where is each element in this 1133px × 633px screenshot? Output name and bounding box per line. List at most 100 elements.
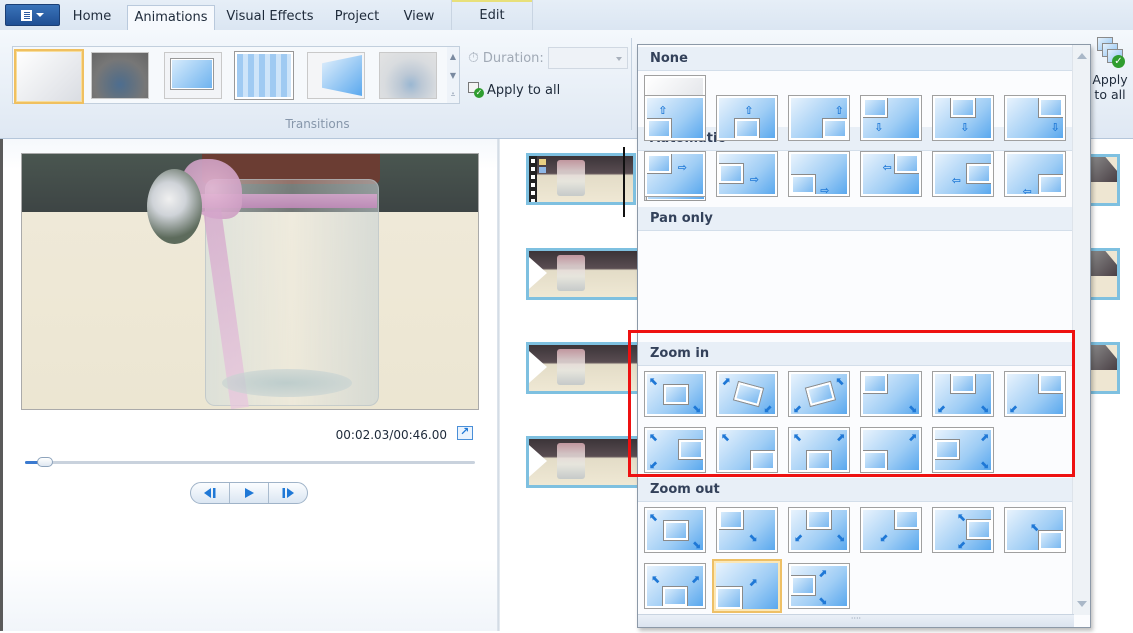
arrow-down-icon: ⇩	[960, 121, 970, 134]
frame-region	[967, 164, 991, 184]
panzoom-zoom-out-tile[interactable]: ⬈	[712, 559, 782, 613]
gallery-scroll-up-icon[interactable]: ▲	[447, 47, 459, 66]
panzoom-pan-only-tile[interactable]: ⇨	[716, 151, 778, 197]
storyboard-clip[interactable]	[526, 248, 641, 300]
panzoom-zoom-in-tile[interactable]: ⬈	[860, 427, 922, 473]
next-frame-icon	[282, 488, 294, 498]
gallery-scroll-down-icon[interactable]: ▼	[447, 66, 459, 85]
duration-dropdown[interactable]	[547, 47, 628, 69]
gallery-scrollbar[interactable]: ▲ ▼ ⩡	[447, 46, 460, 104]
panzoom-zoom-in-tile[interactable]: ⬉	[716, 427, 778, 473]
panzoom-zoom-out-tile[interactable]: ⬉ ⬋	[932, 507, 994, 553]
tab-home[interactable]: Home	[62, 5, 122, 30]
storyboard-clip[interactable]	[526, 153, 636, 205]
arrow-sw-icon: ⬋	[879, 531, 890, 544]
transitions-apply-to-all-button[interactable]: ✓ Apply to all	[468, 82, 560, 98]
panzoom-pan-only-tile[interactable]: ⇩	[860, 95, 922, 141]
transition-none-thumb[interactable]	[14, 49, 84, 104]
arrow-sw-icon: ⬋	[649, 457, 659, 470]
panzoom-zoom-in-tile[interactable]: ⬋ ⬉	[788, 371, 850, 417]
playhead[interactable]	[623, 147, 625, 217]
play-button[interactable]	[230, 483, 269, 503]
arrow-nw-icon: ⬉	[835, 374, 846, 388]
panzoom-pan-only-tile[interactable]: ⇧	[644, 95, 706, 141]
scroll-down-icon[interactable]	[1077, 601, 1087, 607]
panzoom-zoom-out-tile[interactable]: ⬋	[860, 507, 922, 553]
panzoom-zoom-in-tile[interactable]: ⬈ ⬊	[932, 427, 994, 473]
storyboard-clip-partial[interactable]	[1088, 248, 1120, 300]
panzoom-pan-only-tile[interactable]: ⇩	[932, 95, 994, 141]
arrow-se-icon: ⬊	[835, 531, 846, 544]
video-preview[interactable]	[21, 153, 479, 410]
panzoom-zoom-in-tile[interactable]: ⬉ ⬋	[644, 427, 706, 473]
apply-to-all-icon: ✓	[468, 82, 484, 98]
panzoom-pan-only-tile[interactable]: ⇩	[1004, 95, 1066, 141]
storyboard-clip-partial[interactable]	[1088, 154, 1120, 206]
storyboard-clip[interactable]	[526, 436, 641, 488]
frame-region	[735, 118, 759, 138]
timecode-readout: 00:02.03/00:46.00	[335, 428, 447, 442]
app-menu-button[interactable]	[5, 4, 60, 26]
frame-region	[1039, 98, 1063, 118]
panzoom-apply-to-all-button[interactable]: ✓ Apply to all	[1088, 35, 1132, 102]
seek-bar[interactable]	[25, 457, 475, 467]
panzoom-pan-only-tile[interactable]: ⇧	[716, 95, 778, 141]
transition-slide-thumb[interactable]	[164, 52, 222, 99]
next-frame-button[interactable]	[269, 483, 307, 503]
panzoom-pan-only-tile[interactable]: ⇦	[860, 151, 922, 197]
panzoom-zoom-out-tile[interactable]: ⬈ ⬊	[788, 563, 850, 609]
section-header-zoom-in: Zoom in	[638, 342, 1073, 366]
panzoom-pan-only-tile[interactable]: ⇦	[1004, 151, 1066, 197]
tab-animations[interactable]: Animations	[127, 5, 215, 31]
panzoom-zoom-out-tile[interactable]: ⬉ ⬊	[644, 507, 706, 553]
panzoom-pan-only-tile[interactable]: ⇦	[932, 151, 994, 197]
transition-fade-thumb[interactable]	[379, 52, 437, 99]
fullscreen-button[interactable]: ↗	[457, 425, 473, 440]
tab-edit[interactable]: Edit	[451, 0, 533, 30]
arrow-nw-icon: ⬉	[649, 510, 659, 524]
transition-crossfade-thumb[interactable]	[91, 52, 149, 99]
tab-project[interactable]: Project	[326, 5, 388, 30]
transition-flip-thumb[interactable]	[307, 52, 365, 99]
arrow-ne-icon: ⬈	[835, 430, 846, 444]
frame-region	[719, 164, 743, 184]
arrow-sw-icon: ⬋	[957, 537, 967, 550]
frame-region	[1039, 174, 1063, 194]
frame-region	[791, 576, 815, 596]
storyboard-clip[interactable]	[526, 342, 641, 394]
storyboard-clip-partial[interactable]	[1088, 342, 1120, 394]
panzoom-zoom-out-tile[interactable]: ⬉	[1004, 507, 1066, 553]
seek-bar-thumb[interactable]	[36, 457, 53, 467]
gallery-expand-icon[interactable]: ⩡	[447, 85, 459, 104]
arrow-se-icon: ⬊	[979, 457, 990, 470]
arrow-left-icon: ⇦	[951, 173, 962, 187]
frame-region	[733, 382, 763, 407]
panzoom-zoom-in-tile[interactable]: ⬈ ⬋	[716, 371, 778, 417]
panzoom-zoom-out-tile[interactable]: ⬉ ⬈	[644, 563, 706, 609]
panzoom-zoom-out-tile[interactable]: ⬊	[716, 507, 778, 553]
arrow-right-icon: ⇨	[749, 173, 760, 186]
panzoom-zoom-in-tile[interactable]: ⬋	[1004, 371, 1066, 417]
panel-scrollbar[interactable]	[1072, 45, 1090, 615]
panzoom-zoom-in-tile[interactable]: ⬋ ⬊	[932, 371, 994, 417]
tab-visual-effects[interactable]: Visual Effects	[220, 5, 320, 30]
panzoom-pan-only-tile[interactable]: ⇧	[788, 95, 850, 141]
panzoom-zoom-in-tile[interactable]: ⬉ ⬊	[644, 371, 706, 417]
transition-mosaic-thumb[interactable]	[235, 52, 293, 99]
panel-resize-grip[interactable]: ····	[638, 614, 1074, 627]
panzoom-pan-only-tile[interactable]: ⇨	[644, 151, 706, 197]
transitions-gallery	[12, 46, 460, 104]
previous-frame-button[interactable]	[191, 483, 230, 503]
panzoom-pan-only-tile[interactable]: ⇨	[788, 151, 850, 197]
panzoom-zoom-in-tile[interactable]: ⬉ ⬈	[788, 427, 850, 473]
panzoom-zoom-in-tile[interactable]: ⬊	[860, 371, 922, 417]
frame-region	[647, 118, 671, 138]
arrow-left-icon: ⇦	[882, 161, 892, 174]
transition-marker-icon	[529, 351, 547, 383]
arrow-up-icon: ⇧	[744, 104, 754, 118]
panzoom-zoom-out-tile[interactable]: ⬋ ⬊	[788, 507, 850, 553]
section-header-zoom-out: Zoom out	[638, 478, 1073, 502]
tab-view[interactable]: View	[393, 5, 445, 30]
frame-region	[951, 374, 975, 394]
scroll-up-icon[interactable]	[1077, 53, 1087, 59]
